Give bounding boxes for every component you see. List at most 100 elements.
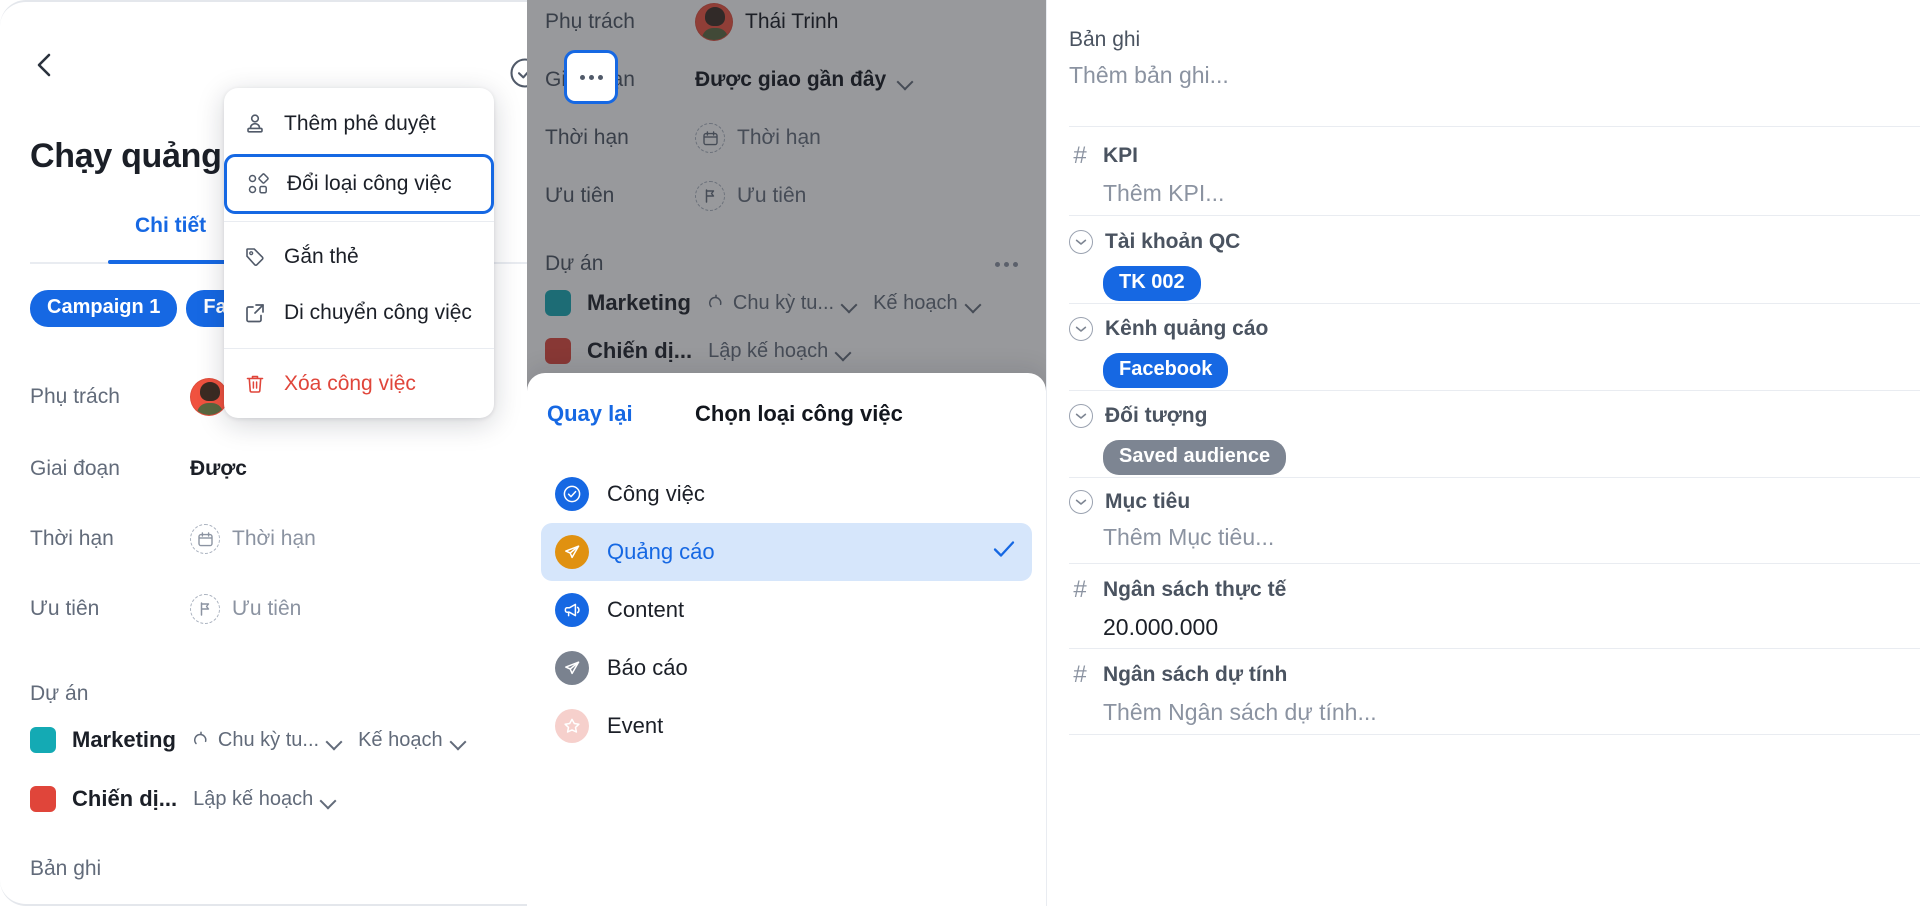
field-header: Bản ghi (1069, 28, 1899, 52)
back-chevron-icon[interactable] (30, 50, 60, 80)
divider (1069, 477, 1920, 478)
menu-item-label: Xóa công việc (284, 372, 416, 395)
field-label: Ngân sách thực tế (1103, 578, 1287, 601)
more-dots-icon (579, 74, 603, 80)
project-row[interactable]: Marketing Chu kỳ tu... Kế hoạch (30, 727, 466, 753)
menu-item-add-tag[interactable]: Gắn thẻ (224, 229, 494, 285)
task-type-sheet: Quay lại Chọn loại công việc Công việc Q… (527, 373, 1046, 906)
project-status-label: Kế hoạch (358, 728, 443, 751)
avatar (190, 378, 228, 416)
selected-check-icon (990, 538, 1018, 566)
priority-placeholder: Ưu tiên (232, 597, 302, 620)
field-label: KPI (1103, 144, 1139, 167)
circle-chevron-icon (1069, 317, 1093, 341)
chevron-down-icon (451, 736, 466, 745)
project-name: Marketing (72, 727, 176, 752)
project-status[interactable]: Lập kế hoạch (193, 788, 336, 811)
task-type-option-event[interactable]: Event (541, 697, 1032, 755)
record-section-label: Bản ghi (30, 857, 102, 880)
sheet-header: Quay lại Chọn loại công việc (527, 401, 1046, 441)
field-placeholder[interactable]: Thêm KPI... (1103, 180, 1899, 207)
sheet-title: Chọn loại công việc (695, 401, 903, 426)
task-options-menu: Thêm phê duyệt Đổi loại công việc Gắn th… (224, 88, 494, 418)
circle-chevron-icon (1069, 404, 1093, 428)
field-tag[interactable]: Saved audience (1103, 440, 1287, 475)
task-type-option-cong-viec[interactable]: Công việc (541, 465, 1032, 523)
field-placeholder[interactable]: Thêm Ngân sách dự tính... (1103, 699, 1899, 726)
stamp-icon (242, 111, 268, 137)
divider (1069, 563, 1920, 564)
field-label: Ngân sách dự tính (1103, 663, 1288, 686)
cycle-icon (193, 731, 207, 745)
field-label: Thời hạn (30, 527, 114, 550)
field-value[interactable]: Được (190, 457, 247, 481)
task-type-option-content[interactable]: Content (541, 581, 1032, 639)
chevron-down-icon (327, 736, 342, 745)
field-block-kenh-quang-cao: Kênh quảng cáo Facebook (1069, 317, 1899, 388)
field-value[interactable]: 20.000.000 (1103, 614, 1899, 641)
tab-detail[interactable]: Chi tiết (135, 214, 206, 238)
divider (1069, 215, 1920, 216)
deadline-placeholder: Thời hạn (232, 527, 316, 550)
menu-divider (224, 348, 494, 349)
field-label: Phụ trách (30, 385, 120, 408)
hash-icon: # (1073, 142, 1087, 169)
task-type-label: Quảng cáo (607, 539, 715, 564)
field-block-tai-khoan-qc: Tài khoản QC TK 002 (1069, 230, 1899, 301)
field-label: Đối tượng (1105, 404, 1208, 427)
task-type-list: Công việc Quảng cáo Content Báo cáo Even… (527, 465, 1046, 755)
divider (1069, 303, 1920, 304)
trash-icon (242, 371, 268, 397)
project-cycle[interactable]: Chu kỳ tu... (192, 729, 342, 752)
task-type-option-bao-cao[interactable]: Báo cáo (541, 639, 1032, 697)
hash-icon: # (1073, 576, 1087, 603)
divider (1069, 390, 1920, 391)
menu-item-label: Gắn thẻ (284, 245, 359, 268)
field-header: Mục tiêu (1069, 490, 1899, 514)
app-screenshot: Chạy quảng cáo Chi tiết Campaign 1 Faceb… (0, 0, 1920, 906)
projects-section-label: Dự án (30, 682, 89, 705)
menu-item-move-task[interactable]: Di chuyển công việc (224, 285, 494, 341)
external-link-icon (242, 300, 268, 326)
menu-item-delete-task[interactable]: Xóa công việc (224, 356, 494, 412)
menu-item-label: Di chuyển công việc (284, 301, 472, 324)
custom-fields-panel: Bản ghi Thêm bản ghi... # KPI Thêm KPI..… (1046, 0, 1920, 906)
hash-icon: # (1073, 661, 1087, 688)
field-block-doi-tuong: Đối tượng Saved audience (1069, 404, 1899, 475)
project-cycle-label: Chu kỳ tu... (217, 728, 320, 751)
field-tag[interactable]: TK 002 (1103, 266, 1201, 301)
field-value[interactable]: Thời hạn (190, 524, 316, 554)
grid-shapes-icon (245, 171, 271, 197)
project-name: Chiến dị... (72, 786, 178, 811)
more-options-button[interactable] (564, 50, 618, 104)
star-icon (555, 709, 589, 743)
field-label: Bản ghi (1069, 28, 1141, 51)
divider (1069, 648, 1920, 649)
field-placeholder[interactable]: Thêm bản ghi... (1069, 62, 1899, 89)
project-row[interactable]: Chiến dị... Lập kế hoạch (30, 786, 336, 812)
field-label: Tài khoản QC (1105, 230, 1241, 253)
field-block-ngan-sach-du-tinh: # Ngân sách dự tính Thêm Ngân sách dự tí… (1069, 661, 1899, 726)
sheet-back-button[interactable]: Quay lại (547, 401, 633, 427)
menu-item-change-task-type[interactable]: Đổi loại công việc (224, 154, 494, 214)
field-header: Tài khoản QC (1069, 230, 1899, 254)
divider (1069, 734, 1920, 735)
field-label: Mục tiêu (1105, 490, 1191, 513)
project-color-swatch (30, 727, 56, 753)
paper-plane-icon (555, 535, 589, 569)
circle-chevron-icon (1069, 490, 1093, 514)
field-header: Đối tượng (1069, 404, 1899, 428)
menu-item-add-approval[interactable]: Thêm phê duyệt (224, 96, 494, 152)
task-type-option-quang-cao[interactable]: Quảng cáo (541, 523, 1032, 581)
circle-chevron-icon (1069, 230, 1093, 254)
field-placeholder[interactable]: Thêm Mục tiêu... (1103, 524, 1899, 551)
project-status[interactable]: Kế hoạch (358, 729, 466, 752)
field-value[interactable]: Ưu tiên (190, 594, 301, 624)
field-header: # KPI (1069, 142, 1899, 170)
field-tag[interactable]: Facebook (1103, 353, 1229, 388)
megaphone-icon (555, 593, 589, 627)
menu-item-label: Thêm phê duyệt (284, 112, 436, 135)
tag-chip[interactable]: Campaign 1 (30, 290, 178, 327)
task-detail-dimmed-panel: Phụ trách Thái Trinh Giai đoạn Được giao… (527, 0, 1046, 906)
task-type-label: Báo cáo (607, 655, 688, 680)
